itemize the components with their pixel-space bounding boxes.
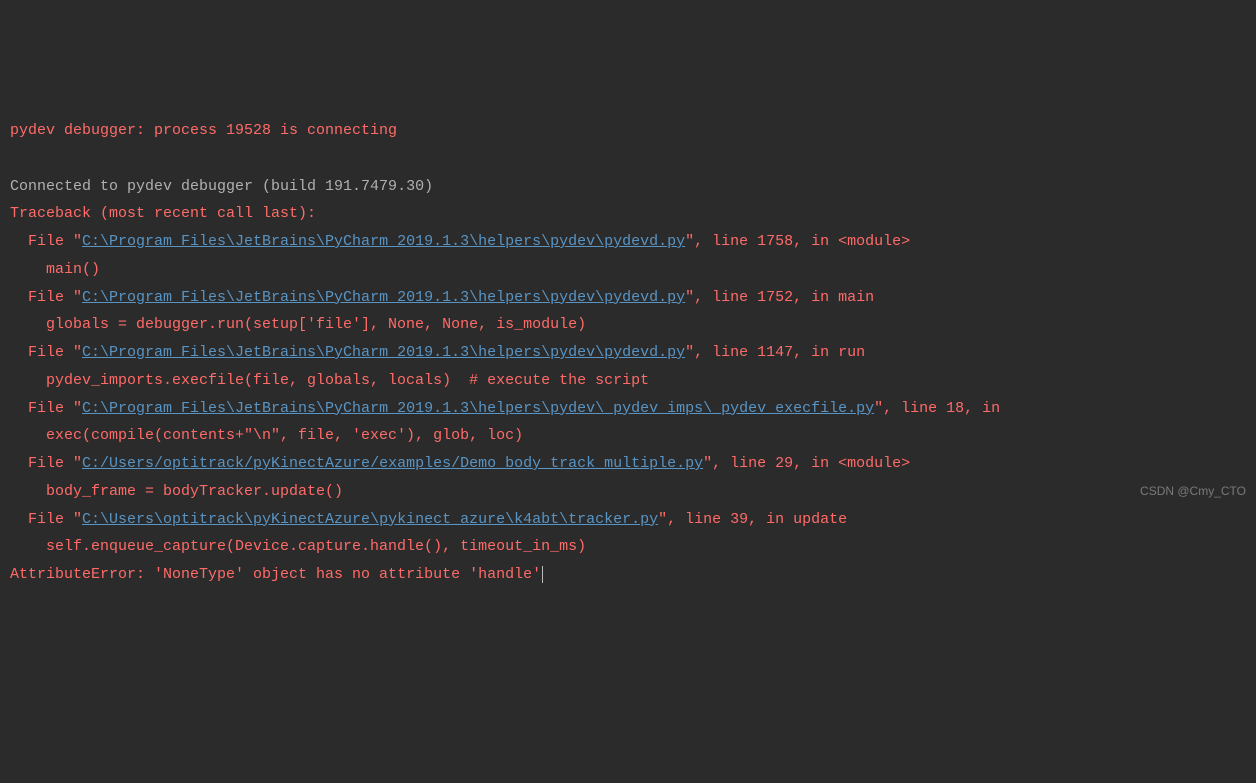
code-line: main(): [10, 256, 100, 284]
frame-prefix: File ": [28, 511, 82, 528]
frame-prefix: File ": [28, 400, 82, 417]
text-cursor: [542, 566, 543, 583]
file-link[interactable]: C:\Users\optitrack\pyKinectAzure\pykinec…: [82, 511, 658, 528]
frame-suffix: ", line 39, in update: [658, 511, 847, 528]
code-line: globals = debugger.run(setup['file'], No…: [10, 311, 586, 339]
watermark: CSDN @Cmy_CTO: [1140, 480, 1246, 502]
error-line: AttributeError: 'NoneType' object has no…: [10, 566, 541, 583]
code-line: pydev_imports.execfile(file, globals, lo…: [10, 367, 649, 395]
frame-suffix: ", line 1752, in main: [685, 289, 874, 306]
traceback-header: Traceback (most recent call last):: [10, 205, 316, 222]
file-link[interactable]: C:\Program Files\JetBrains\PyCharm 2019.…: [82, 400, 874, 417]
frame-suffix: ", line 1147, in run: [685, 344, 865, 361]
frame-prefix: File ": [28, 289, 82, 306]
blank-line: [10, 150, 19, 167]
frame-prefix: File ": [28, 344, 82, 361]
frame-suffix: ", line 1758, in <module>: [685, 233, 910, 250]
code-line: body_frame = bodyTracker.update(): [10, 478, 343, 506]
file-link[interactable]: C:/Users/optitrack/pyKinectAzure/example…: [82, 455, 703, 472]
code-line: self.enqueue_capture(Device.capture.hand…: [10, 533, 586, 561]
file-link[interactable]: C:\Program Files\JetBrains\PyCharm 2019.…: [82, 344, 685, 361]
console-output[interactable]: pydev debugger: process 19528 is connect…: [10, 117, 1246, 589]
frame-prefix: File ": [28, 455, 82, 472]
frame-suffix: ", line 29, in <module>: [703, 455, 910, 472]
frame-prefix: File ": [28, 233, 82, 250]
frame-suffix: ", line 18, in: [874, 400, 1009, 417]
connected-line: Connected to pydev debugger (build 191.7…: [10, 178, 433, 195]
file-link[interactable]: C:\Program Files\JetBrains\PyCharm 2019.…: [82, 289, 685, 306]
file-link[interactable]: C:\Program Files\JetBrains\PyCharm 2019.…: [82, 233, 685, 250]
code-line: exec(compile(contents+"\n", file, 'exec'…: [10, 422, 523, 450]
debugger-connect-line: pydev debugger: process 19528 is connect…: [10, 122, 397, 139]
